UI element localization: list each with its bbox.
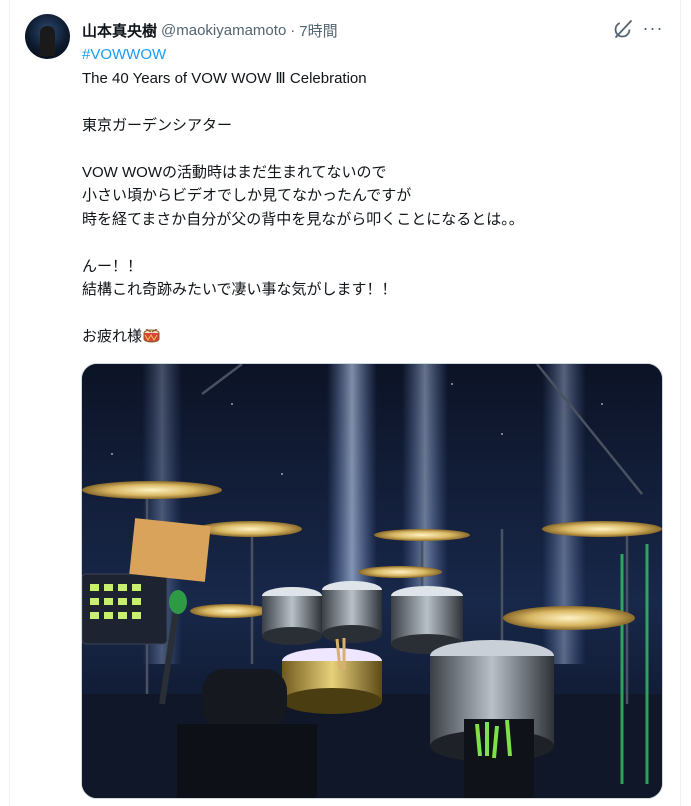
timestamp[interactable]: 7時間 (299, 20, 337, 41)
separator-dot: · (290, 21, 296, 39)
tweet-line: 小さい頃からビデオでしか見てなかったんですが (82, 187, 412, 204)
more-icon[interactable]: ··· (641, 16, 665, 40)
tweet-header: 山本真央樹 @maokiyamamoto · 7時間 (82, 19, 338, 41)
tweet-line: 東京ガーデンシアター (82, 116, 233, 134)
user-handle[interactable]: @maokiyamamoto (161, 22, 286, 39)
tweet-line: The 40 Years of VOW WOW Ⅲ Celebration (82, 69, 367, 87)
drum-emoji-icon (143, 327, 160, 343)
tweet-photo-drum-kit[interactable] (81, 363, 663, 799)
tweet-line: VOW WOWの活動時はまだ生まれてないので (82, 163, 387, 181)
display-name[interactable]: 山本真央樹 (82, 20, 157, 41)
avatar[interactable] (25, 14, 70, 59)
tweet-line: んー！！ (82, 257, 143, 275)
avatar-figure (40, 26, 55, 56)
grok-icon[interactable] (612, 18, 634, 40)
tweet-line: 時を経てまさか自分が父の背中を見ながら叩くことになるとは。。 (82, 210, 524, 228)
hashtag-link[interactable]: #VOWWOW (82, 46, 166, 63)
tweet-text: #VOWWOW The 40 Years of VOW WOW Ⅲ Celebr… (82, 43, 662, 349)
tweet-line: お疲れ様 (82, 328, 143, 345)
tweet-line: 結構これ奇跡みたいで凄い事な気がします！！ (82, 281, 397, 298)
